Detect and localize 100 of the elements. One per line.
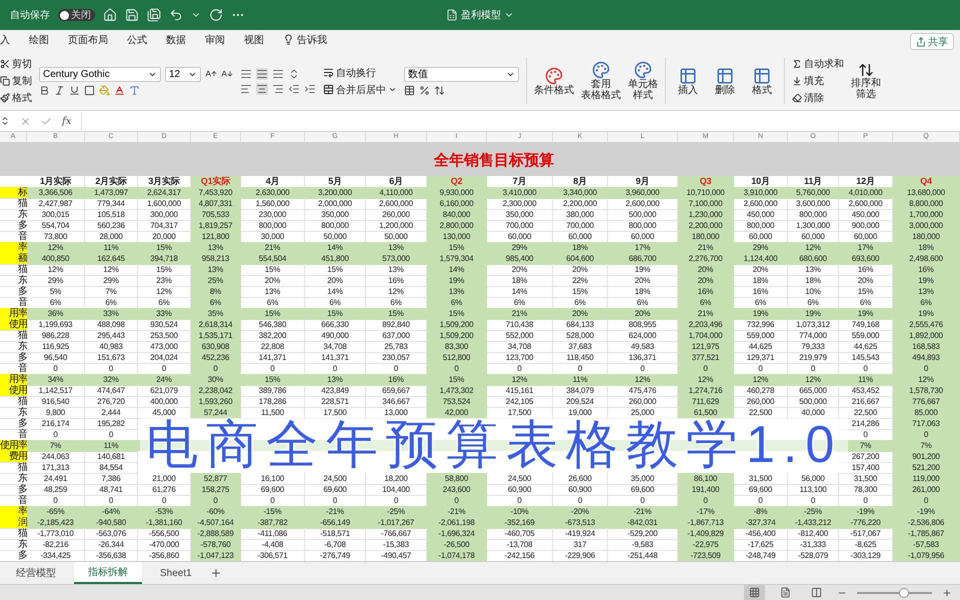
share-button[interactable]: 共享 (910, 33, 954, 50)
table-cell: -842,031 (608, 517, 678, 529)
table-cell: 119,000 (893, 473, 960, 485)
copy-icon[interactable] (0, 76, 10, 86)
text-style-icon[interactable] (129, 84, 140, 96)
style-button[interactable]: 套用 表格格式 (581, 61, 621, 101)
editing-button[interactable]: 填充 (792, 74, 844, 88)
table-cell: 121,800 (191, 231, 241, 243)
clipboard-button[interactable]: 复制 (0, 74, 32, 88)
editing-button[interactable]: 自动求和 (792, 57, 844, 71)
merge-center-button[interactable]: 合并后居中 (323, 82, 397, 96)
bold-icon[interactable] (39, 84, 50, 96)
table-cell: 2,200,000 (678, 220, 734, 232)
table-cell: 1,578,730 (893, 385, 960, 397)
menu-tab[interactable]: 入 (0, 32, 10, 50)
clipboard-button[interactable]: 剪切 (0, 57, 32, 71)
home-icon[interactable] (103, 8, 117, 22)
table-cell: 6% (191, 297, 241, 309)
view-button[interactable] (744, 585, 765, 600)
table-cell: 1,700,000 (893, 209, 960, 221)
cells-button[interactable]: 格式 (747, 66, 777, 96)
style-button[interactable]: 单元格 样式 (628, 61, 658, 101)
align-right-icon[interactable] (272, 82, 284, 94)
share-icon[interactable] (916, 36, 926, 46)
save-icon[interactable] (125, 8, 139, 22)
grid-icon[interactable] (749, 587, 760, 598)
table-cell: 630,908 (191, 341, 241, 353)
table-cell: 24% (138, 374, 191, 386)
menu-tab[interactable]: 数据 (166, 32, 186, 50)
table-icon[interactable] (679, 66, 697, 84)
brush-icon[interactable] (0, 93, 10, 103)
merge-icon[interactable] (323, 84, 334, 95)
menu-tab[interactable]: 绘图 (29, 32, 49, 50)
underline-icon[interactable] (69, 84, 80, 96)
page-icon[interactable] (780, 587, 791, 598)
fill-color-icon[interactable] (99, 84, 110, 96)
document-icon (446, 9, 458, 21)
table-cell: 13% (191, 264, 241, 276)
row-label: 使用 (0, 319, 27, 331)
table-icon[interactable] (716, 66, 734, 84)
palette-icon[interactable] (634, 61, 652, 79)
outdent-icon[interactable] (288, 82, 300, 94)
table-cell: -57,583 (893, 539, 960, 551)
table-cell: 1,819,257 (191, 220, 241, 232)
cells-button[interactable]: 删除 (710, 66, 740, 96)
indent-icon[interactable] (304, 82, 316, 94)
table-cell: 11% (553, 374, 608, 386)
zoom-thumb[interactable] (898, 588, 908, 598)
italic-icon[interactable] (54, 84, 65, 96)
table-cell: 52,877 (191, 473, 241, 485)
wrap-icon[interactable] (323, 67, 334, 78)
align-middle-icon[interactable] (256, 68, 268, 80)
font-family-field[interactable]: Century Gothic (39, 66, 161, 82)
table-cell: 0 (191, 363, 241, 375)
clipboard-button[interactable]: 格式 (0, 91, 32, 105)
table-icon[interactable] (753, 66, 771, 84)
redo-icon[interactable] (209, 8, 223, 22)
sheet-tab[interactable]: 经营模型 (2, 562, 70, 584)
name-box-stepper-icon[interactable] (0, 116, 10, 126)
tell-me-search[interactable]: 告诉我 (283, 32, 327, 50)
sheet-tab[interactable]: Sheet1 (146, 562, 206, 584)
caret-icon[interactable] (388, 85, 397, 94)
percent-icon[interactable] (419, 84, 430, 96)
sheet-tab[interactable]: 指标拆解 (74, 562, 142, 584)
columns-icon[interactable] (811, 587, 822, 598)
sum-icon[interactable] (792, 59, 802, 69)
align-left-icon[interactable] (240, 82, 252, 94)
menu-tab[interactable]: 视图 (244, 32, 264, 50)
table-cell: 16% (366, 374, 427, 386)
palette-icon[interactable] (545, 66, 563, 84)
fill-down-icon[interactable] (792, 76, 802, 86)
function-label[interactable]: fx (62, 116, 72, 126)
palette-icon[interactable] (592, 61, 610, 79)
table-cell: 3,200,000 (305, 187, 366, 199)
sort-filter-button[interactable]: 排序和 筛选 (851, 62, 881, 100)
style-button[interactable]: 条件格式 (534, 66, 574, 96)
menu-tab[interactable]: 公式 (127, 32, 147, 50)
cells-button[interactable]: 插入 (673, 66, 703, 96)
table-cell: 0 (191, 495, 241, 507)
number-format-field[interactable]: 数值 (404, 66, 519, 82)
undo-icon[interactable] (169, 8, 183, 22)
column-title: Q4 (893, 176, 960, 188)
editing-button[interactable]: 清除 (792, 91, 844, 105)
table-cell: 451,800 (305, 253, 366, 265)
autosave-toggle[interactable]: 关闭 (58, 9, 95, 21)
lightbulb-icon[interactable] (283, 34, 294, 45)
table-cell: 19% (734, 308, 788, 320)
font-size-field[interactable]: 12 (165, 66, 201, 82)
menu-tab[interactable]: 页面布局 (68, 32, 108, 50)
table-cell: -1,047,123 (191, 550, 241, 561)
font-color-icon[interactable] (114, 84, 125, 96)
sort-icon[interactable] (858, 62, 874, 78)
zoom-in-icon[interactable] (942, 588, 952, 598)
border-icon[interactable] (84, 84, 95, 96)
menu-tab[interactable]: 审阅 (205, 32, 225, 50)
scissors-icon[interactable] (0, 59, 10, 69)
wrap-text-button[interactable]: 自动换行 (323, 66, 397, 80)
save-all-icon[interactable] (147, 8, 161, 22)
align-center-icon[interactable] (256, 82, 268, 94)
eraser-icon[interactable] (792, 93, 802, 103)
